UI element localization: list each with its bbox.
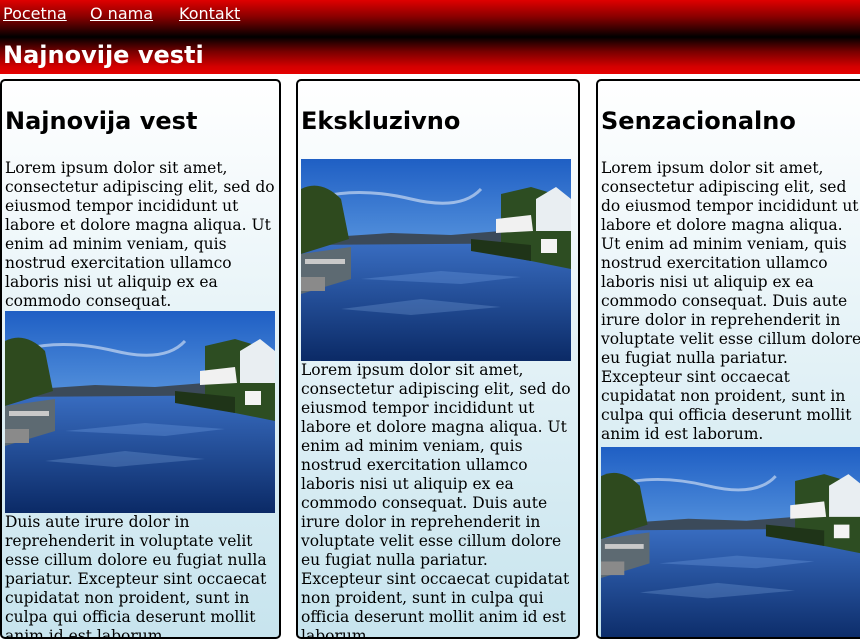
- column-text-continued: Duis aute irure dolor in reprehenderit i…: [5, 513, 267, 639]
- lake-photo: [301, 159, 571, 361]
- news-column-exclusive: Ekskluzivno Lorem ipsum dolor sit amet, …: [296, 79, 580, 639]
- column-heading: Senzacionalno: [601, 107, 796, 135]
- page-title: Najnovije vesti: [3, 41, 204, 69]
- column-heading: Najnovija vest: [5, 107, 198, 135]
- column-text-intro: Lorem ipsum dolor sit amet, consectetur …: [5, 159, 275, 310]
- lake-photo: [601, 444, 860, 639]
- nav-link-o-nama[interactable]: O nama: [90, 4, 153, 24]
- lake-photo: [5, 311, 275, 513]
- news-column-sensational: Senzacionalno Lorem ipsum dolor sit amet…: [596, 79, 860, 639]
- page-banner: Najnovije vesti: [0, 37, 860, 74]
- nav-link-kontakt[interactable]: Kontakt: [179, 4, 240, 24]
- column-heading: Ekskluzivno: [301, 107, 461, 135]
- column-text: Lorem ipsum dolor sit amet, consectetur …: [301, 361, 571, 639]
- column-text: Lorem ipsum dolor sit amet, consectetur …: [601, 159, 860, 443]
- top-nav: Pocetna O nama Kontakt: [0, 0, 860, 37]
- news-column-latest: Najnovija vest Lorem ipsum dolor sit ame…: [0, 79, 281, 639]
- nav-link-pocetna[interactable]: Pocetna: [3, 4, 67, 24]
